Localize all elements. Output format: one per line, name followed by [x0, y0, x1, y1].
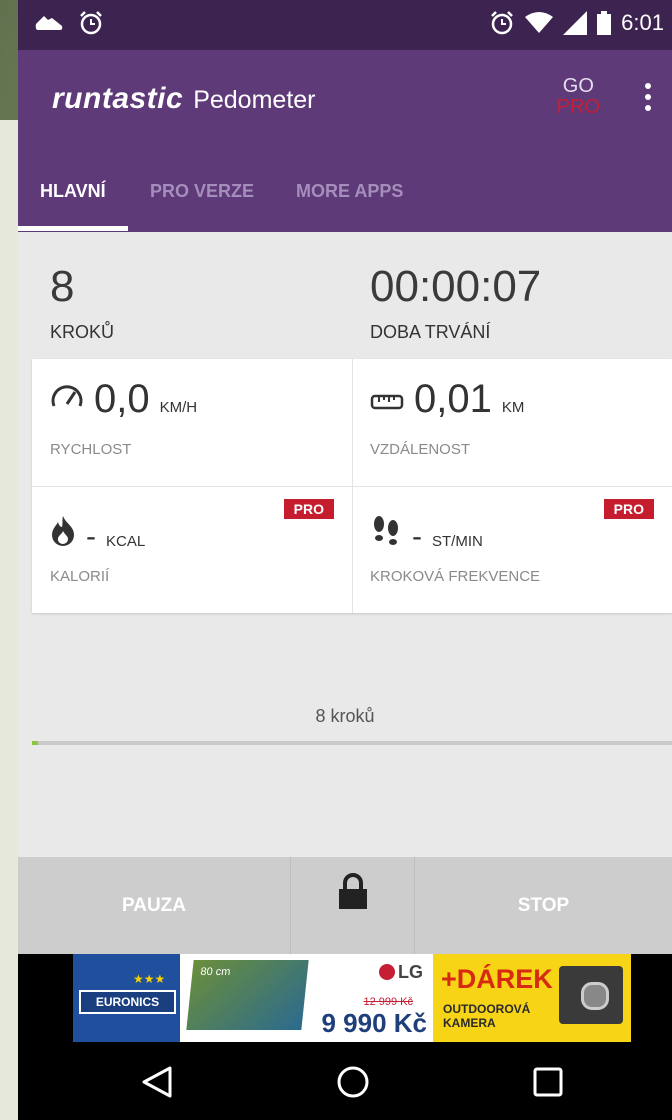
- tab-pro-version[interactable]: PRO VERZE: [150, 150, 254, 232]
- ad-banner-area: ★★★ EURONICS 80 cm LG 12 999 Kč 9 990 Kč…: [18, 954, 672, 1042]
- lg-logo-icon: [379, 964, 395, 980]
- speed-label: RYCHLOST: [50, 441, 132, 458]
- distance-label: VZDÁLENOST: [370, 441, 471, 458]
- wifi-icon: [525, 11, 554, 35]
- ad-old-price: 12 999 Kč: [363, 996, 413, 1008]
- ad-gift-line1: OUTDOOROVÁ: [443, 1002, 531, 1016]
- duration-value: 00:00:07: [370, 262, 542, 311]
- navigation-bar: [18, 1042, 672, 1120]
- status-bar: 6:01: [18, 0, 672, 50]
- home-button[interactable]: [331, 1062, 375, 1102]
- home-circle-icon: [331, 1066, 375, 1106]
- ad-gift-panel: +DÁREK OUTDOOROVÁ KAMERA: [433, 954, 631, 1042]
- control-bar: PAUZA STOP: [18, 857, 672, 954]
- ad-gift-line2: KAMERA: [443, 1016, 496, 1030]
- cadence-metric: PRO - ST/MIN KROKOVÁ FREKVENCE: [352, 486, 672, 613]
- ad-tv-size: 80 cm: [199, 966, 232, 978]
- pro-badge[interactable]: PRO: [603, 499, 654, 519]
- cadence-unit: ST/MIN: [432, 533, 483, 550]
- alarm-clock-icon: [489, 10, 515, 36]
- tv-image: 80 cm: [186, 960, 309, 1030]
- recents-square-icon: [525, 1067, 569, 1106]
- lock-button[interactable]: [291, 857, 414, 954]
- ad-price: 9 990 Kč: [321, 1008, 427, 1038]
- app-logo: runtastic Pedometer: [52, 82, 316, 116]
- ad-brand: LG: [379, 962, 423, 983]
- speed-metric: 0,0 KM/H RYCHLOST: [32, 359, 352, 486]
- tab-bar: HLAVNÍ PRO VERZE MORE APPS: [18, 150, 672, 232]
- pro-label: PRO: [556, 96, 600, 118]
- calories-unit: KCAL: [106, 533, 146, 550]
- calories-metric: PRO - KCAL KALORIÍ: [32, 486, 352, 613]
- tab-indicator: [18, 226, 128, 231]
- duration-label: DOBA TRVÁNÍ: [370, 322, 491, 342]
- lock-icon: [336, 857, 370, 954]
- calories-value: -: [86, 520, 96, 553]
- brand-name: runtastic: [52, 82, 184, 115]
- pro-badge[interactable]: PRO: [283, 499, 334, 519]
- overflow-menu-icon[interactable]: [638, 80, 658, 120]
- ad-euronics-panel: ★★★ EURONICS: [73, 954, 180, 1042]
- ad-banner[interactable]: ★★★ EURONICS 80 cm LG 12 999 Kč 9 990 Kč…: [73, 954, 631, 1042]
- steps-value: 8: [50, 262, 75, 311]
- back-button[interactable]: [136, 1062, 180, 1102]
- footsteps-icon: [370, 514, 402, 551]
- camera-image: [559, 966, 623, 1024]
- speed-unit: KM/H: [159, 399, 198, 416]
- steps-label: KROKŮ: [50, 322, 115, 342]
- pause-button[interactable]: PAUZA: [18, 857, 290, 954]
- calories-label: KALORIÍ: [50, 568, 110, 585]
- battery-icon: [597, 11, 612, 35]
- cadence-value: -: [412, 520, 422, 553]
- recents-button[interactable]: [525, 1062, 569, 1102]
- signal-icon: [563, 11, 588, 35]
- ad-brand-name: LG: [398, 962, 423, 982]
- running-shoe-icon: [34, 10, 64, 36]
- flame-icon: [50, 514, 76, 551]
- alarm-clock-icon: [78, 10, 104, 36]
- back-triangle-icon: [136, 1066, 180, 1106]
- metrics-card: 0,0 KM/H RYCHLOST 0,01 KM VZDÁLENOST PRO: [32, 359, 672, 613]
- progress-label: 8 kroků: [315, 706, 375, 726]
- progress-fill: [32, 741, 39, 745]
- pedometer-app: 6:01 runtastic Pedometer GO PRO HLAVNÍ P…: [18, 0, 672, 1120]
- speed-value: 0,0: [94, 377, 150, 421]
- ad-product-panel: 80 cm LG 12 999 Kč 9 990 Kč: [180, 954, 433, 1042]
- ad-store-name: EURONICS: [79, 990, 176, 1014]
- background-app-edge: [0, 120, 18, 1120]
- ad-gift-title: +DÁREK: [441, 964, 553, 994]
- stars-icon: ★★★: [133, 972, 166, 986]
- go-label: GO: [562, 75, 594, 97]
- distance-unit: KM: [501, 399, 525, 416]
- product-name: Pedometer: [193, 86, 316, 114]
- ruler-icon: [370, 392, 404, 417]
- distance-value: 0,01: [414, 377, 492, 421]
- tab-more-apps[interactable]: MORE APPS: [296, 150, 403, 232]
- tab-main[interactable]: HLAVNÍ: [40, 150, 106, 232]
- status-time: 6:01: [621, 10, 664, 35]
- go-pro-button[interactable]: GO PRO: [557, 76, 600, 118]
- progress-bar: [32, 741, 672, 745]
- main-content: 8 KROKŮ 00:00:07 DOBA TRVÁNÍ 0,0 KM/H RY…: [18, 232, 672, 857]
- ad-gift-text: OUTDOOROVÁ KAMERA: [443, 1002, 530, 1030]
- distance-metric: 0,01 KM VZDÁLENOST: [352, 359, 672, 486]
- cadence-label: KROKOVÁ FREKVENCE: [370, 568, 541, 585]
- app-bar: runtastic Pedometer GO PRO: [18, 50, 672, 150]
- stop-button[interactable]: STOP: [415, 857, 672, 954]
- speedometer-icon: [50, 378, 84, 417]
